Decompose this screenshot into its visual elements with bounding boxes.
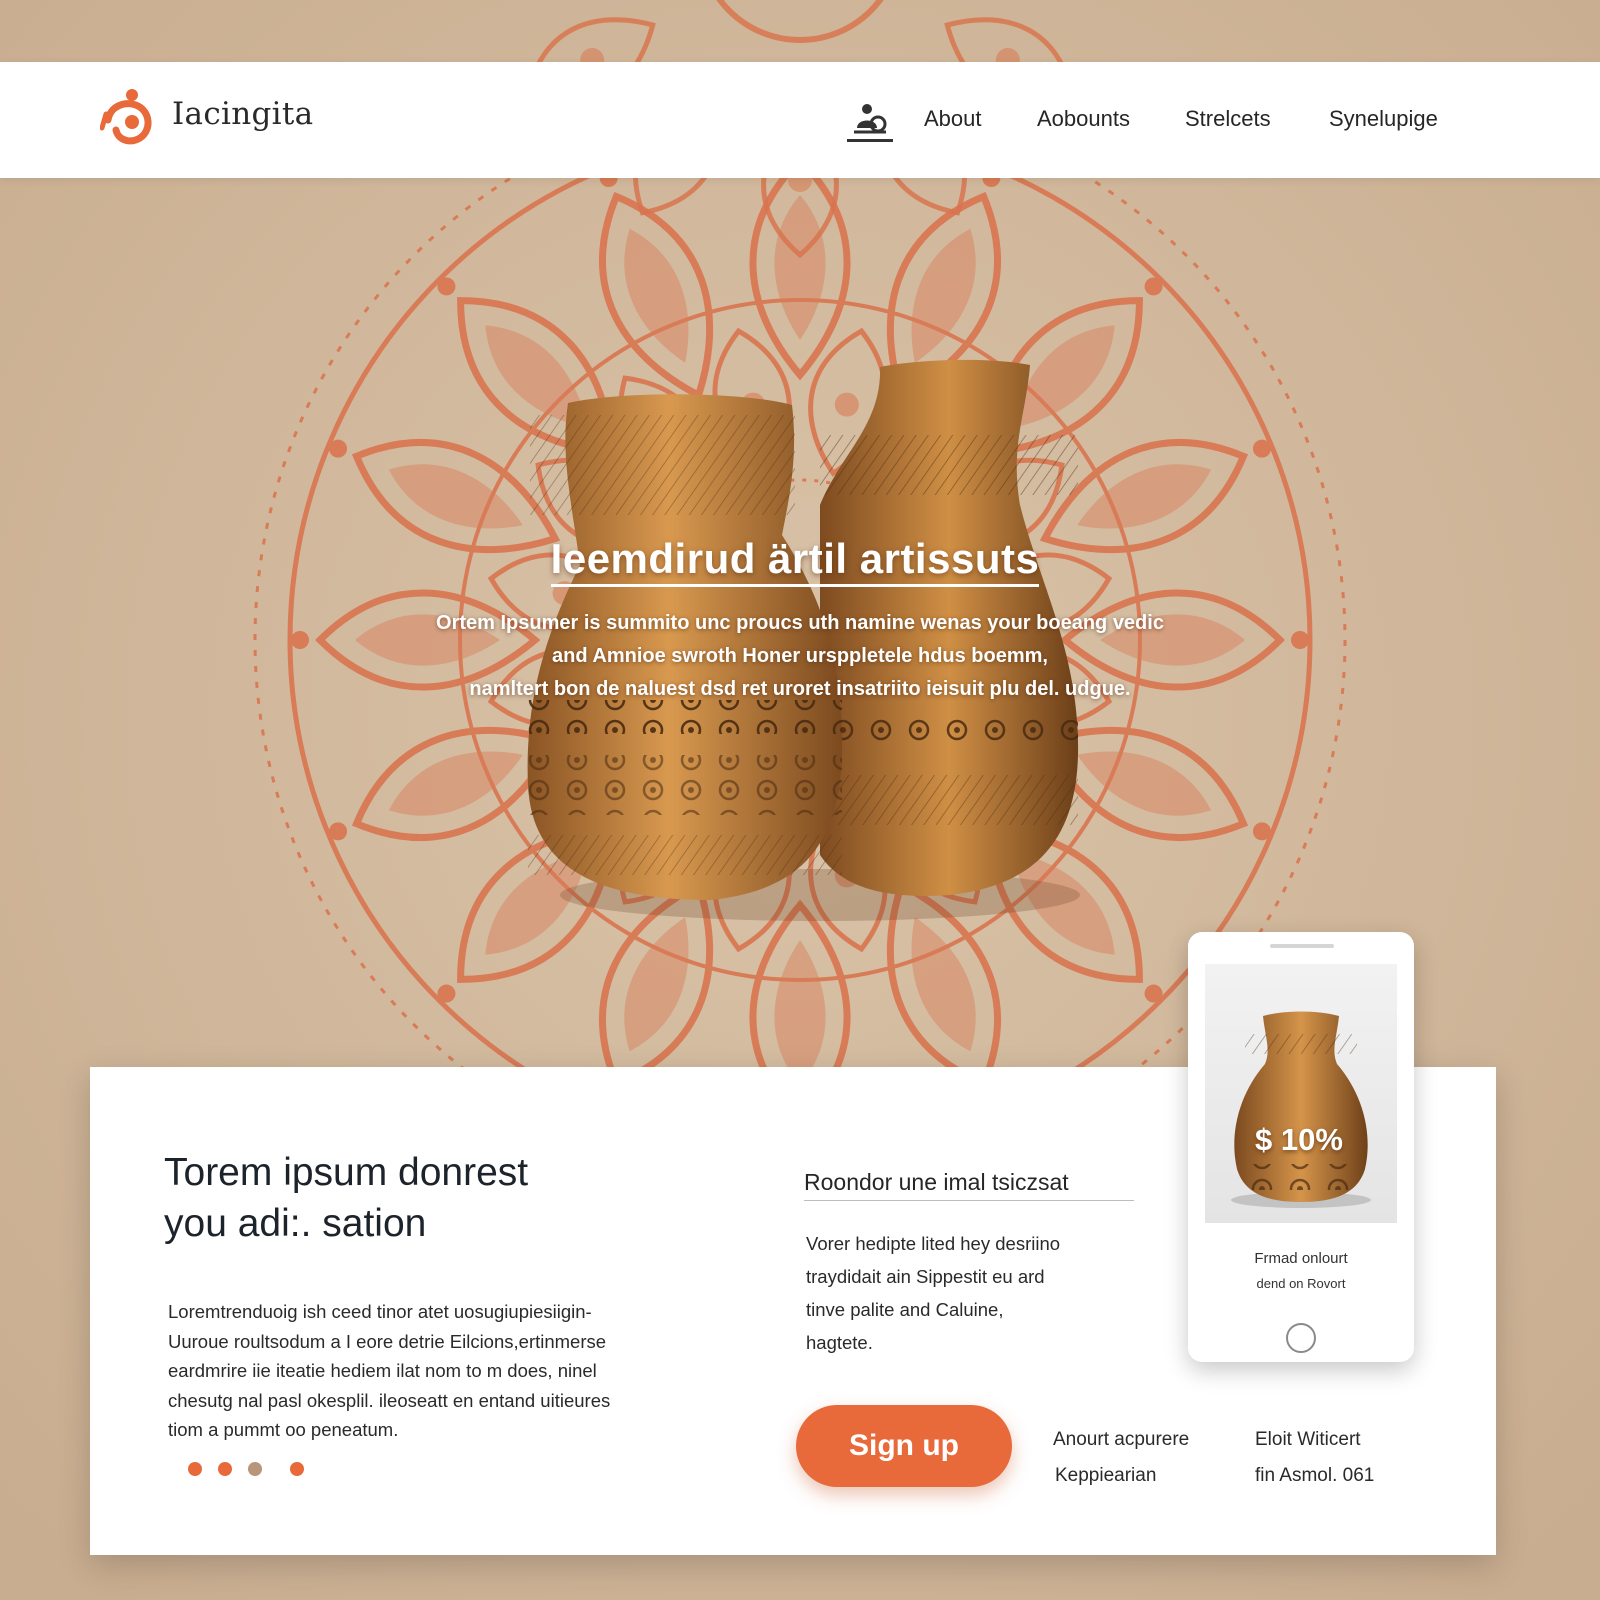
person-badge-icon [854,103,887,133]
offer-body-line: tinve palite and Caluine, [806,1299,1004,1320]
carousel-dot[interactable] [290,1462,304,1476]
price-badge: $ 10% [1255,1122,1343,1157]
hero-title: Ieemdirud ärtil artissuts [400,535,1190,587]
top-navigation-bar: Iacingita About Aobounts Strelcets Synel… [0,62,1600,178]
feature-body-line: Uuroue roultsodum a I eore detrie Eilcio… [168,1330,607,1352]
info-left-line: Keppiearian [1055,1465,1157,1486]
nav-link-selects[interactable]: Strelcets [1185,106,1271,132]
feature-body-line: tiom a pummt oo peneatum. [168,1419,399,1440]
hero-body-line: Ortem Ipsumer is summito unc proucs uth … [436,612,1164,634]
swirl-logo-icon[interactable] [100,84,170,154]
phone-mockup: $ 10% Frmad onlourt dend on Rovort [1188,932,1414,1362]
hero-title-text: Ieemdirud ärtil artissuts [550,535,1040,587]
offer-body-line: hagtete. [806,1332,873,1353]
info-right-line: Eloit Witicert [1255,1429,1361,1450]
feature-body-line: eardmrire iie iteatie hediem ilat nom to… [168,1360,597,1381]
offer-body: Vorer hedipte lited hey desriino traydid… [806,1227,1126,1359]
offer-body-line: Vorer hedipte lited hey desriino [806,1233,1061,1254]
phone-speaker [1270,944,1334,948]
brand-name[interactable]: Iacingita [172,96,313,132]
feature-body-line: chesutg nal pasl okesplil. ileoseatt en … [168,1389,611,1411]
phone-screen[interactable]: $ 10% [1205,964,1397,1223]
nav-link-about[interactable]: About [924,106,982,132]
nav-link-synelupige[interactable]: Synelupige [1329,106,1438,132]
feature-heading-line: Torem ipsum donrest [164,1151,529,1194]
carousel-dot[interactable] [248,1462,262,1476]
nav-link-accounts[interactable]: Aobounts [1037,106,1130,132]
info-right-line: fin Asmol. 061 [1255,1465,1375,1486]
phone-caption-line: Frmad onlourt [1254,1250,1348,1267]
feature-body: Loremtrenduoig ish ceed tinor atet uosug… [168,1297,698,1445]
carousel-dot[interactable] [218,1462,232,1476]
offer-body-line: traydidait ain Sippestit eu ard [806,1266,1045,1287]
home-button-icon[interactable] [1286,1323,1316,1353]
product-vase-image [1231,1011,1371,1208]
hero-body-line: namltert bon de naluest dsd ret uroret i… [469,678,1131,700]
hero-body-line: and Amnioe swroth Honer ursppletele hdus… [552,645,1048,667]
nav-profile-button[interactable] [847,98,893,142]
sign-up-button[interactable]: Sign up [796,1405,1012,1487]
info-left-line: Anourt acpurere [1053,1429,1190,1450]
carousel-dot[interactable] [188,1462,202,1476]
feature-body-line: Loremtrenduoig ish ceed tinor atet uosug… [168,1301,592,1322]
feature-heading: Torem ipsum donrest you adi:. sation [164,1147,684,1249]
offer-title: Roondor une imal tsiczsat [804,1169,1134,1201]
phone-caption-line: dend on Rovort [1256,1276,1346,1291]
feature-heading-line: you adi:. sation [164,1202,427,1245]
